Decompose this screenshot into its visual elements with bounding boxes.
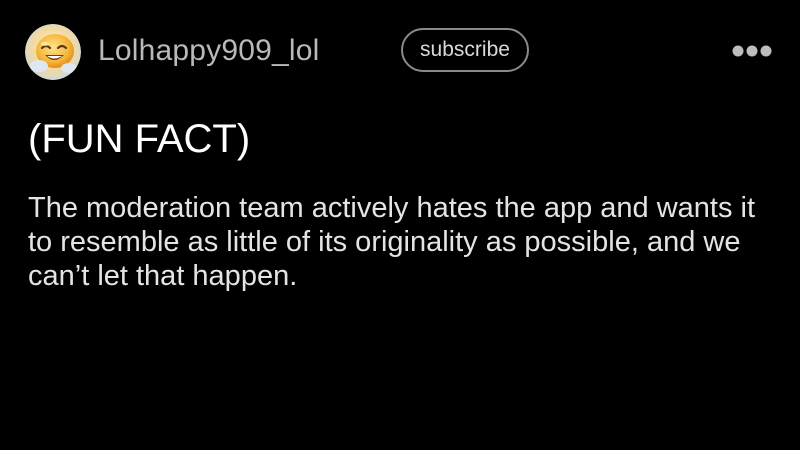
more-options-button[interactable] [728, 36, 776, 66]
post-title: (FUN FACT) [28, 117, 251, 161]
more-options-icon [732, 45, 772, 57]
post-body: The moderation team actively hates the a… [28, 192, 756, 292]
smiling-emoji-avatar-icon [25, 24, 81, 80]
post-header: Lolhappy909_lol subscribe [0, 0, 800, 104]
author-username[interactable]: Lolhappy909_lol [98, 33, 320, 69]
subscribe-button[interactable]: subscribe [401, 28, 529, 72]
post: Lolhappy909_lol subscribe (FUN FACT) The… [0, 0, 800, 450]
avatar[interactable] [25, 24, 81, 80]
